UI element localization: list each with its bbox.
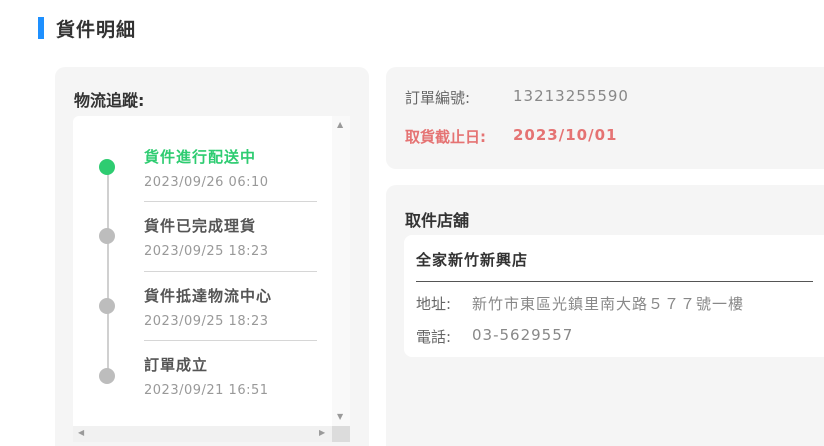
store-address-row: 地址: 新竹市東區光鎮里南大路５７７號一樓 — [416, 293, 744, 314]
step-title: 貨件進行配送中 — [144, 148, 257, 166]
timeline-dot — [99, 298, 115, 314]
timeline-dot — [99, 368, 115, 384]
vertical-scrollbar[interactable]: ▲ ▼ — [332, 116, 350, 426]
order-info-card: 訂單編號: 13213255590 取貨截止日: 2023/10/01 — [386, 67, 824, 169]
store-name: 全家新竹新興店 — [416, 251, 529, 269]
page-title: 貨件明細 — [56, 18, 137, 41]
pickup-deadline-row: 取貨截止日: 2023/10/01 — [405, 126, 617, 147]
step-time: 2023/09/21 16:51 — [144, 383, 269, 398]
step-title: 貨件已完成理貨 — [144, 217, 257, 235]
pickup-store-card: 取件店舖 全家新竹新興店 地址: 新竹市東區光鎮里南大路５７７號一樓 電話: 0… — [386, 185, 824, 446]
order-number-label: 訂單編號: — [405, 89, 471, 107]
tracking-label: 物流追蹤: — [74, 91, 145, 110]
header-accent-bar — [38, 17, 44, 39]
page-header: 貨件明細 — [38, 16, 137, 41]
store-detail-box: 全家新竹新興店 地址: 新竹市東區光鎮里南大路５７７號一樓 電話: 03-562… — [404, 235, 824, 357]
store-phone-row: 電話: 03-5629557 — [416, 326, 573, 347]
timeline-step: 貨件已完成理貨 2023/09/25 18:23 — [73, 186, 335, 259]
timeline-dot — [99, 228, 115, 244]
scroll-up-icon[interactable]: ▲ — [337, 120, 343, 129]
step-title: 訂單成立 — [144, 356, 209, 374]
tracking-card: 物流追蹤: 貨件進行配送中 2023/09/26 06:10 貨件已完成理貨 2… — [55, 67, 369, 446]
step-title: 貨件抵達物流中心 — [144, 287, 273, 305]
order-number-row: 訂單編號: 13213255590 — [405, 87, 629, 108]
store-divider — [416, 281, 813, 282]
tracking-scroll-area[interactable]: 貨件進行配送中 2023/09/26 06:10 貨件已完成理貨 2023/09… — [73, 116, 350, 442]
scroll-left-icon[interactable]: ◀ — [78, 428, 84, 437]
scroll-down-icon[interactable]: ▼ — [337, 412, 343, 421]
store-section-title: 取件店舖 — [405, 211, 470, 230]
timeline-step: 訂單成立 2023/09/21 16:51 — [73, 325, 335, 398]
timeline-step: 貨件進行配送中 2023/09/26 06:10 — [73, 116, 335, 190]
scrollbar-corner — [332, 426, 350, 442]
timeline-step: 貨件抵達物流中心 2023/09/25 18:23 — [73, 256, 335, 329]
pickup-deadline-label: 取貨截止日: — [405, 128, 486, 146]
horizontal-scrollbar[interactable]: ◀ ▶ — [73, 426, 332, 442]
store-phone-value: 03-5629557 — [472, 326, 574, 344]
store-phone-label: 電話: — [416, 328, 452, 346]
scroll-right-icon[interactable]: ▶ — [319, 428, 325, 437]
store-address-value: 新竹市東區光鎮里南大路５７７號一樓 — [472, 295, 745, 313]
pickup-deadline-value: 2023/10/01 — [513, 126, 618, 144]
store-address-label: 地址: — [416, 295, 452, 313]
order-number-value: 13213255590 — [513, 87, 629, 105]
timeline-dot-active — [99, 159, 115, 175]
